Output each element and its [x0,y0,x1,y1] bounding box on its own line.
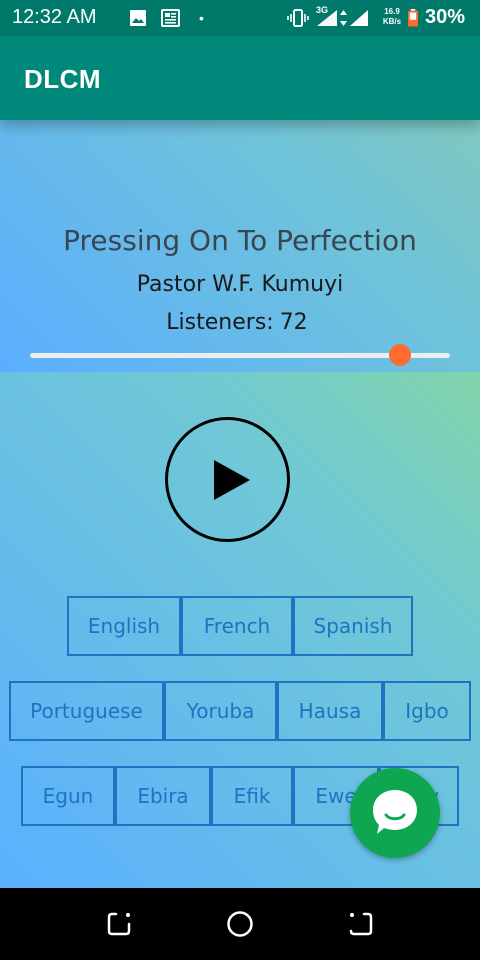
nav-home-icon[interactable] [226,910,254,938]
network-speed-value: 16.9 [384,7,400,16]
progress-slider[interactable] [30,344,450,366]
language-button-portuguese[interactable]: Portuguese [9,681,164,741]
nav-back-icon[interactable] [106,910,134,938]
play-button[interactable] [165,417,290,542]
system-nav-bar [0,888,480,960]
image-notification-icon [130,10,146,26]
language-button-igbo[interactable]: Igbo [383,681,471,741]
slider-track[interactable] [30,353,450,358]
language-button-spanish[interactable]: Spanish [293,596,413,656]
chat-button[interactable] [350,768,440,858]
data-arrows-icon [340,10,347,26]
language-button-english[interactable]: English [67,596,181,656]
language-button-french[interactable]: French [181,596,293,656]
listeners-value: 72 [279,310,308,335]
play-icon [214,460,250,500]
network-speed-unit: KB/s [382,17,402,26]
notification-dot: • [199,10,204,26]
language-button-yoruba[interactable]: Yoruba [164,681,277,741]
nav-recents-icon[interactable] [346,910,374,938]
now-playing-panel: Pressing On To Perfection Pastor W.F. Ku… [0,120,480,372]
listeners-label: Listeners: [166,310,274,335]
listeners-count: Listeners: 72 [0,310,480,335]
status-bar: 12:32 AM • 3G 16.9 KB/s 30% [0,0,480,36]
app-bar: DLCM [0,36,480,120]
slider-thumb[interactable] [388,344,411,366]
language-button-egun[interactable]: Egun [21,766,115,826]
app-title: DLCM [24,64,102,94]
news-notification-icon [161,9,180,27]
battery-percent: 30% [425,6,466,28]
signal-strength-icon [317,10,337,26]
battery-icon [408,9,418,27]
chat-bubble-icon [373,790,417,834]
track-author: Pastor W.F. Kumuyi [136,272,344,297]
signal-strength-icon-2 [350,10,368,26]
track-title: Pressing On To Perfection [63,224,417,257]
network-speed: 16.9 KB/s [381,7,403,27]
status-time: 12:32 AM [12,6,97,28]
language-button-efik[interactable]: Efik [211,766,293,826]
language-button-hausa[interactable]: Hausa [277,681,383,741]
language-button-ebira[interactable]: Ebira [115,766,211,826]
vibrate-icon [287,9,309,27]
